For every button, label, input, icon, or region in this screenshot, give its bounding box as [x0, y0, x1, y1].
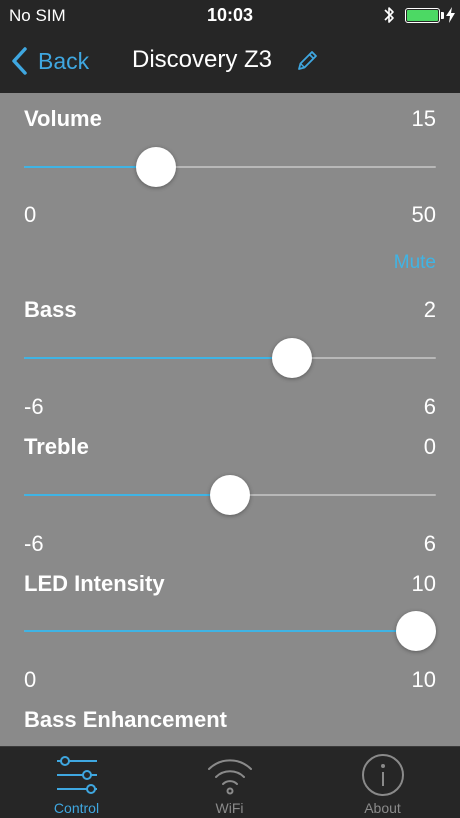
bass-max-label: 6 — [423, 394, 436, 419]
led-intensity-label: LED Intensity — [24, 571, 165, 596]
treble-slider-thumb[interactable] — [210, 475, 250, 515]
tab-about-label: About — [364, 800, 401, 816]
tab-wifi[interactable]: WiFi — [153, 747, 306, 818]
sliders-icon — [56, 756, 97, 794]
back-button[interactable]: Back — [10, 43, 89, 79]
bass-label: Bass — [24, 297, 77, 322]
bass-value: 2 — [423, 297, 436, 322]
bluetooth-icon — [384, 7, 394, 23]
battery-tip — [441, 12, 444, 19]
treble-value: 0 — [423, 434, 436, 459]
back-label: Back — [38, 47, 90, 74]
volume-label: Volume — [24, 106, 102, 131]
charging-bolt-icon — [446, 7, 455, 23]
bass-slider-fill — [24, 357, 292, 359]
bass-slider[interactable] — [24, 336, 436, 380]
volume-slider[interactable] — [24, 145, 436, 189]
led-intensity-slider[interactable] — [24, 609, 436, 653]
bass-slider-thumb[interactable] — [272, 338, 312, 378]
wifi-icon — [207, 759, 252, 795]
bass-enhancement-label: Bass Enhancement — [24, 707, 227, 732]
led-intensity-max-label: 10 — [411, 667, 436, 692]
pencil-icon[interactable] — [294, 48, 320, 74]
tab-control-label: Control — [53, 800, 100, 816]
tab-wifi-label: WiFi — [215, 800, 244, 816]
navigation-bar: Back Discovery Z3 — [0, 31, 460, 93]
battery-icon — [405, 8, 440, 23]
treble-slider[interactable] — [24, 473, 436, 517]
volume-min-label: 0 — [24, 202, 37, 227]
tab-control[interactable]: Control — [0, 747, 153, 818]
bass-min-label: -6 — [24, 394, 44, 419]
controls-panel: Volume 15 0 50 Mute Bass 2 -6 6 Treble 0… — [0, 93, 460, 746]
led-intensity-slider-thumb[interactable] — [396, 611, 436, 651]
led-intensity-slider-fill — [24, 630, 416, 632]
treble-label: Treble — [24, 434, 89, 459]
treble-min-label: -6 — [24, 531, 44, 556]
tab-about[interactable]: About — [306, 747, 459, 818]
led-intensity-min-label: 0 — [24, 667, 37, 692]
page-title: Discovery Z3 — [132, 46, 273, 73]
volume-slider-thumb[interactable] — [135, 147, 176, 187]
volume-max-label: 50 — [411, 202, 436, 227]
info-icon — [361, 754, 404, 796]
volume-value: 15 — [411, 106, 436, 131]
tab-bar: Control WiFi About — [0, 746, 460, 818]
mute-button[interactable]: Mute — [394, 252, 436, 274]
treble-max-label: 6 — [423, 531, 436, 556]
treble-slider-fill — [24, 494, 230, 496]
chevron-left-icon — [12, 47, 27, 75]
status-bar: No SIM 10:03 — [0, 0, 460, 31]
led-intensity-value: 10 — [411, 571, 436, 596]
